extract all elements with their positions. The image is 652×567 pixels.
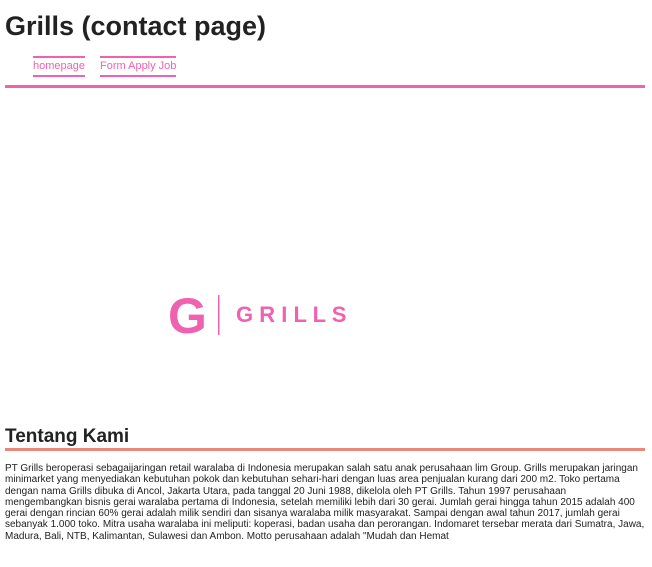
page-title: Grills (contact page) (5, 11, 267, 41)
nav-link-homepage[interactable]: homepage (33, 56, 85, 77)
about-heading: Tentang Kami (5, 426, 130, 447)
logo-divider (218, 295, 220, 335)
page: Grills (contact page) homepage Form Appl… (0, 0, 652, 567)
header-divider (5, 85, 645, 88)
about-divider (5, 448, 645, 451)
main-nav: homepage Form Apply Job (33, 56, 177, 77)
nav-link-form-apply-job[interactable]: Form Apply Job (100, 56, 177, 77)
logo-letter-g: G (168, 292, 207, 338)
logo-wordmark: G R I L L S (236, 302, 346, 327)
about-body: PT Grills beroperasi sebagaijaringan ret… (5, 463, 645, 542)
grills-logo: G G R I L L S (168, 292, 346, 338)
